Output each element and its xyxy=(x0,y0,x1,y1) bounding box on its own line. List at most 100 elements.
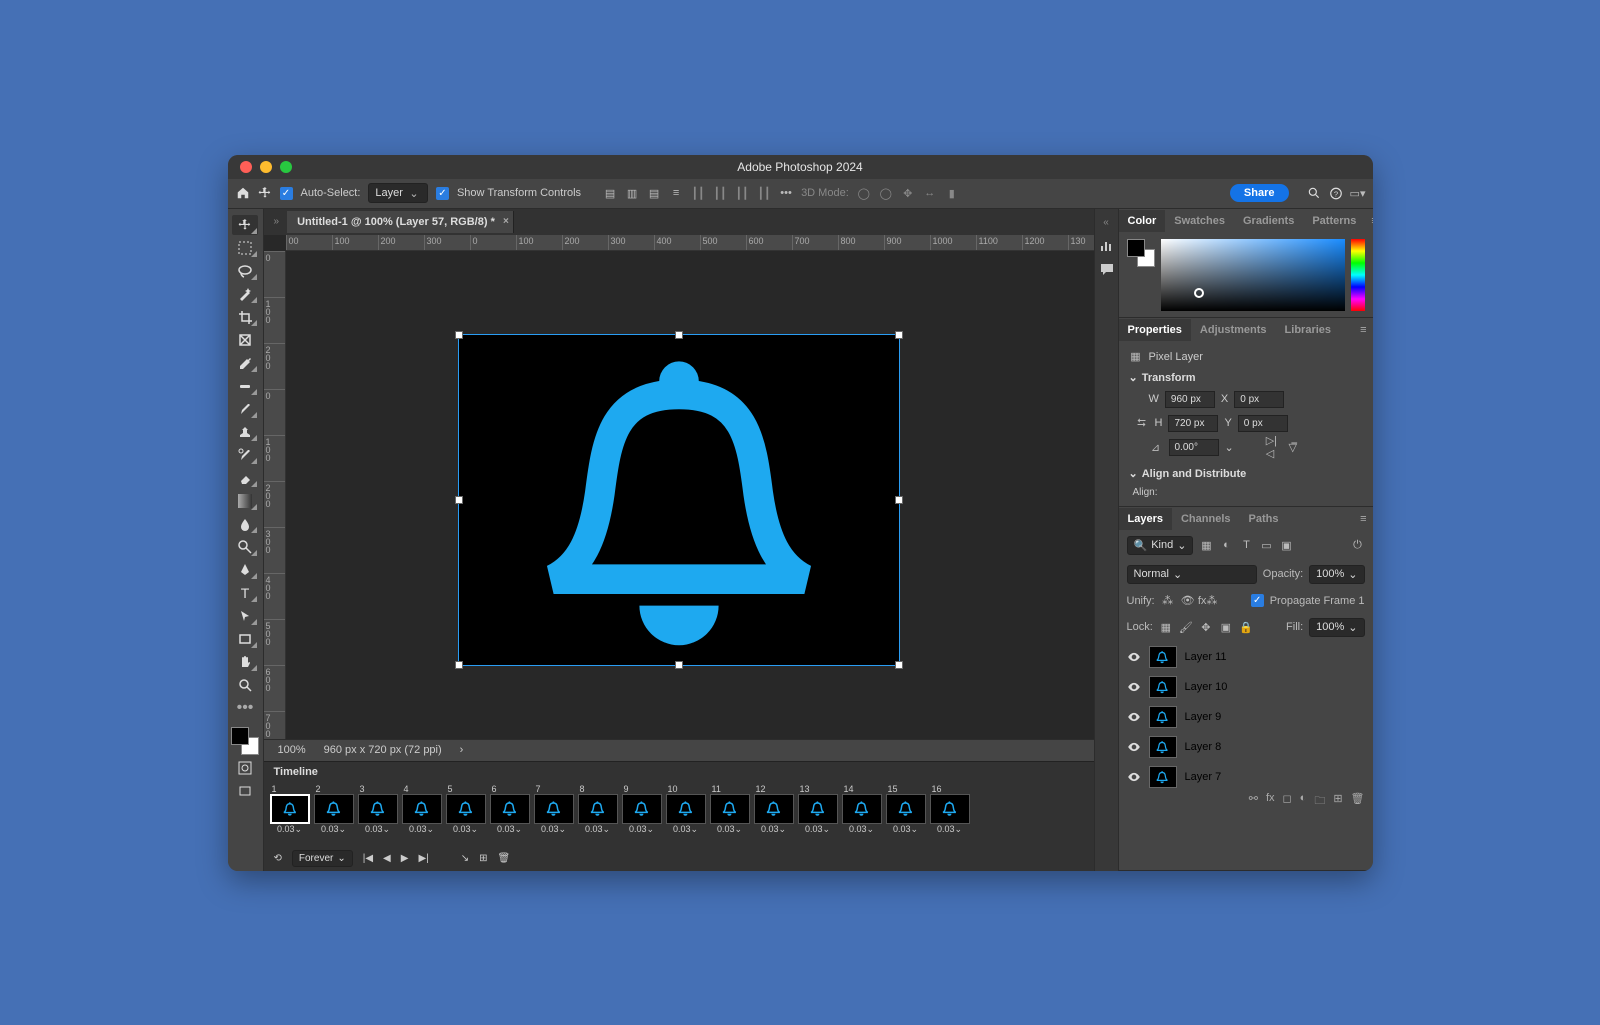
chevron-down-icon[interactable]: ⌄ xyxy=(1129,371,1138,384)
layer-name[interactable]: Layer 11 xyxy=(1185,651,1227,663)
align-center-h-icon[interactable]: ▥ xyxy=(625,186,639,200)
tab-gradients[interactable]: Gradients xyxy=(1234,210,1303,232)
adjustment-layer-icon[interactable]: ◐ xyxy=(1300,792,1307,811)
panel-menu-icon[interactable]: ≡ xyxy=(1365,215,1372,227)
link-layers-icon[interactable]: ⚯ xyxy=(1249,792,1258,811)
frame-duration[interactable]: 0.03⌄ xyxy=(937,824,962,835)
frame-thumbnail[interactable] xyxy=(578,794,618,824)
lock-position-icon[interactable]: ✥ xyxy=(1199,620,1213,634)
frame-duration[interactable]: 0.03⌄ xyxy=(585,824,610,835)
document-tab[interactable]: Untitled-1 @ 100% (Layer 57, RGB/8) *× xyxy=(287,211,514,233)
layer-thumbnail[interactable] xyxy=(1149,706,1177,728)
distribute-4-icon[interactable]: ┃┃ xyxy=(757,186,771,200)
tab-swatches[interactable]: Swatches xyxy=(1165,210,1234,232)
hue-slider[interactable] xyxy=(1351,239,1365,311)
blur-tool[interactable] xyxy=(232,514,258,534)
artboard[interactable] xyxy=(459,335,899,665)
distribute-2-icon[interactable]: ┃┃ xyxy=(713,186,727,200)
auto-select-target[interactable]: Layer ⌄ xyxy=(368,183,428,203)
screen-mode-icon[interactable] xyxy=(232,781,258,801)
play-icon[interactable]: ▶ xyxy=(401,853,409,864)
lasso-tool[interactable] xyxy=(232,261,258,281)
group-icon[interactable]: 🗀 xyxy=(1314,792,1325,811)
tab-paths[interactable]: Paths xyxy=(1240,508,1288,530)
tab-expand-icon[interactable]: » xyxy=(274,216,280,227)
tab-layers[interactable]: Layers xyxy=(1119,508,1172,530)
delete-layer-icon[interactable]: 🗑 xyxy=(1351,792,1365,811)
ruler-horizontal[interactable]: 0010020030001002003004005006007008009001… xyxy=(286,235,1094,251)
frame-duration[interactable]: 0.03⌄ xyxy=(409,824,434,835)
zoom-tool[interactable] xyxy=(232,675,258,695)
share-button[interactable]: Share xyxy=(1230,184,1289,202)
distribute-3-icon[interactable]: ┃┃ xyxy=(735,186,749,200)
home-icon[interactable] xyxy=(236,186,250,200)
comments-panel-icon[interactable] xyxy=(1099,262,1113,276)
frame-thumbnail[interactable] xyxy=(622,794,662,824)
ruler-vertical[interactable]: 01002000100200300400500600700800 xyxy=(264,251,286,739)
workspace-icon[interactable]: ▭▾ xyxy=(1351,186,1365,200)
quick-mask-icon[interactable] xyxy=(232,758,258,778)
duplicate-frame-icon[interactable]: ⊞ xyxy=(479,853,487,864)
height-field[interactable]: 720 px xyxy=(1168,415,1218,432)
brush-tool[interactable] xyxy=(232,399,258,419)
width-field[interactable]: 960 px xyxy=(1165,391,1215,408)
frame-duration[interactable]: 0.03⌄ xyxy=(321,824,346,835)
canvas[interactable]: 0010020030001002003004005006007008009001… xyxy=(264,235,1094,739)
new-layer-icon[interactable]: ⊞ xyxy=(1333,792,1342,811)
timeline-frame[interactable]: 60.03⌄ xyxy=(490,784,530,845)
delete-frame-icon[interactable]: 🗑 xyxy=(498,853,511,864)
auto-select-checkbox[interactable]: ✓ xyxy=(280,187,293,200)
x-field[interactable]: 0 px xyxy=(1234,391,1284,408)
path-selection-tool[interactable] xyxy=(232,606,258,626)
frame-duration[interactable]: 0.03⌄ xyxy=(497,824,522,835)
unify-position-icon[interactable]: ⁂ xyxy=(1161,594,1175,608)
frame-duration[interactable]: 0.03⌄ xyxy=(673,824,698,835)
color-fgbg-swatch[interactable] xyxy=(1127,239,1155,267)
filter-smart-icon[interactable]: ▣ xyxy=(1279,538,1293,552)
opacity-field[interactable]: 100% ⌄ xyxy=(1309,565,1364,584)
blend-mode-select[interactable]: Normal⌄ xyxy=(1127,565,1257,584)
loop-select[interactable]: Forever ⌄ xyxy=(292,850,353,867)
type-tool[interactable]: T xyxy=(232,583,258,603)
timeline-frame[interactable]: 40.03⌄ xyxy=(402,784,442,845)
filter-type-icon[interactable]: T xyxy=(1239,538,1253,552)
status-caret-icon[interactable]: › xyxy=(460,744,464,756)
dodge-tool[interactable] xyxy=(232,537,258,557)
layer-row[interactable]: Layer 9 xyxy=(1119,702,1373,732)
layer-thumbnail[interactable] xyxy=(1149,736,1177,758)
unify-visibility-icon[interactable]: 👁 xyxy=(1181,594,1195,608)
distribute-1-icon[interactable]: ┃┃ xyxy=(691,186,705,200)
timeline-frame[interactable]: 150.03⌄ xyxy=(886,784,926,845)
timeline-frame[interactable]: 160.03⌄ xyxy=(930,784,970,845)
filter-adjust-icon[interactable]: ◐ xyxy=(1219,538,1233,552)
layer-name[interactable]: Layer 10 xyxy=(1185,681,1228,693)
lock-paint-icon[interactable]: 🖌 xyxy=(1179,620,1193,634)
timeline-frame[interactable]: 90.03⌄ xyxy=(622,784,662,845)
timeline-frame[interactable]: 120.03⌄ xyxy=(754,784,794,845)
collapse-indicator-icon[interactable]: « xyxy=(1103,217,1109,228)
flip-h-icon[interactable]: ▷|◁ xyxy=(1266,440,1280,454)
frame-duration[interactable]: 0.03⌄ xyxy=(277,824,302,835)
tab-color[interactable]: Color xyxy=(1119,210,1166,232)
move-tool-icon[interactable] xyxy=(258,186,272,200)
frame-duration[interactable]: 0.03⌄ xyxy=(453,824,478,835)
angle-field[interactable]: 0.00° xyxy=(1169,439,1219,456)
frame-tool[interactable] xyxy=(232,330,258,350)
timeline-frame[interactable]: 30.03⌄ xyxy=(358,784,398,845)
frame-duration[interactable]: 0.03⌄ xyxy=(629,824,654,835)
frame-duration[interactable]: 0.03⌄ xyxy=(893,824,918,835)
timeline-frame[interactable]: 130.03⌄ xyxy=(798,784,838,845)
timeline-frame[interactable]: 80.03⌄ xyxy=(578,784,618,845)
frame-thumbnail[interactable] xyxy=(270,794,310,824)
frame-duration[interactable]: 0.03⌄ xyxy=(849,824,874,835)
more-icon[interactable]: ••• xyxy=(779,186,793,200)
pen-tool[interactable] xyxy=(232,560,258,580)
panel-menu-icon[interactable]: ≡ xyxy=(1354,513,1372,525)
first-frame-icon[interactable]: |◀ xyxy=(363,853,373,864)
tab-properties[interactable]: Properties xyxy=(1119,319,1191,341)
edit-toolbar[interactable]: ••• xyxy=(232,698,258,718)
frame-duration[interactable]: 0.03⌄ xyxy=(805,824,830,835)
align-top-icon[interactable]: ≡ xyxy=(669,186,683,200)
tween-icon[interactable]: ↘ xyxy=(461,853,469,864)
filter-pixel-icon[interactable]: ▦ xyxy=(1199,538,1213,552)
